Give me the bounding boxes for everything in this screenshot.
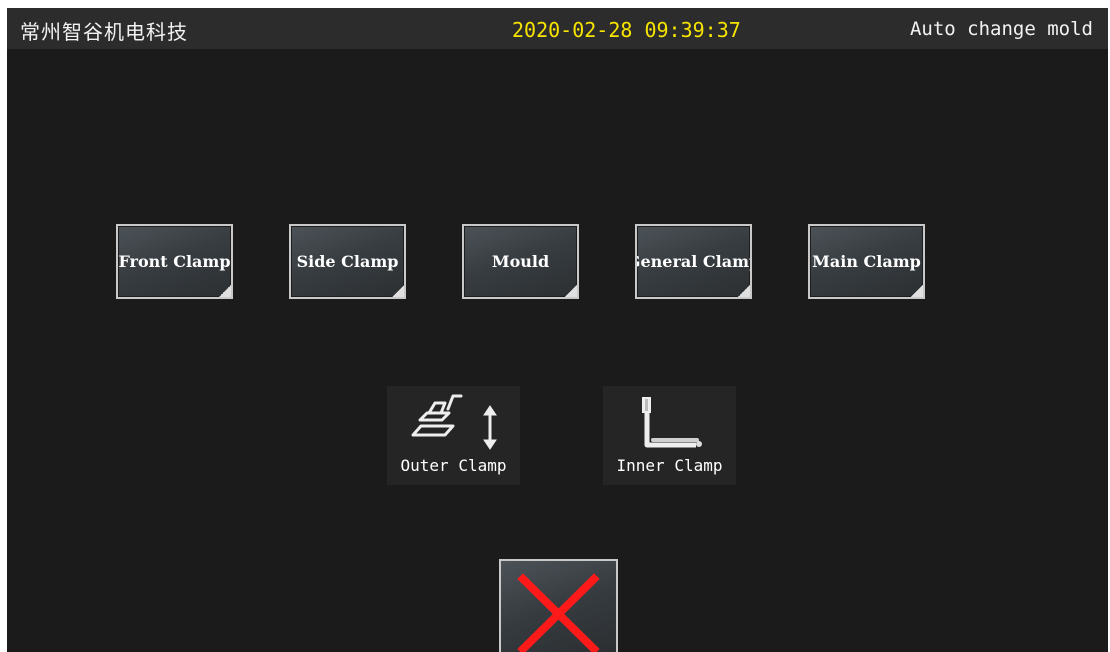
inner-clamp-icon bbox=[642, 397, 702, 448]
general-clamp-label: General Clamp bbox=[637, 252, 750, 271]
main-clamp-button[interactable]: Main Clamp bbox=[808, 224, 925, 299]
datetime-display: 2020-02-28 09:39:37 bbox=[512, 18, 741, 42]
inner-clamp-label: Inner Clamp bbox=[616, 456, 723, 475]
inner-clamp-button[interactable]: Inner Clamp bbox=[603, 386, 736, 485]
outer-clamp-icon bbox=[411, 394, 497, 450]
close-button[interactable] bbox=[499, 559, 618, 652]
front-clamp-label: Front Clamp bbox=[118, 252, 231, 271]
mould-label: Mould bbox=[491, 252, 550, 271]
outer-clamp-button[interactable]: Outer Clamp bbox=[387, 386, 520, 485]
main-clamp-label: Main Clamp bbox=[812, 252, 921, 271]
company-name: 常州智谷机电科技 bbox=[20, 20, 188, 44]
front-clamp-button[interactable]: Front Clamp bbox=[116, 224, 233, 299]
mode-title: Auto change mold bbox=[909, 18, 1093, 40]
header-bar: 常州智谷机电科技 2020-02-28 09:39:37 Auto change… bbox=[7, 8, 1108, 49]
side-clamp-button[interactable]: Side Clamp bbox=[289, 224, 406, 299]
side-clamp-label: Side Clamp bbox=[296, 252, 399, 271]
general-clamp-button[interactable]: General Clamp bbox=[635, 224, 752, 299]
outer-clamp-label: Outer Clamp bbox=[400, 456, 507, 475]
close-x-icon bbox=[517, 573, 600, 652]
hmi-screen: 常州智谷机电科技 2020-02-28 09:39:37 Auto change… bbox=[7, 8, 1108, 652]
mould-button[interactable]: Mould bbox=[462, 224, 579, 299]
